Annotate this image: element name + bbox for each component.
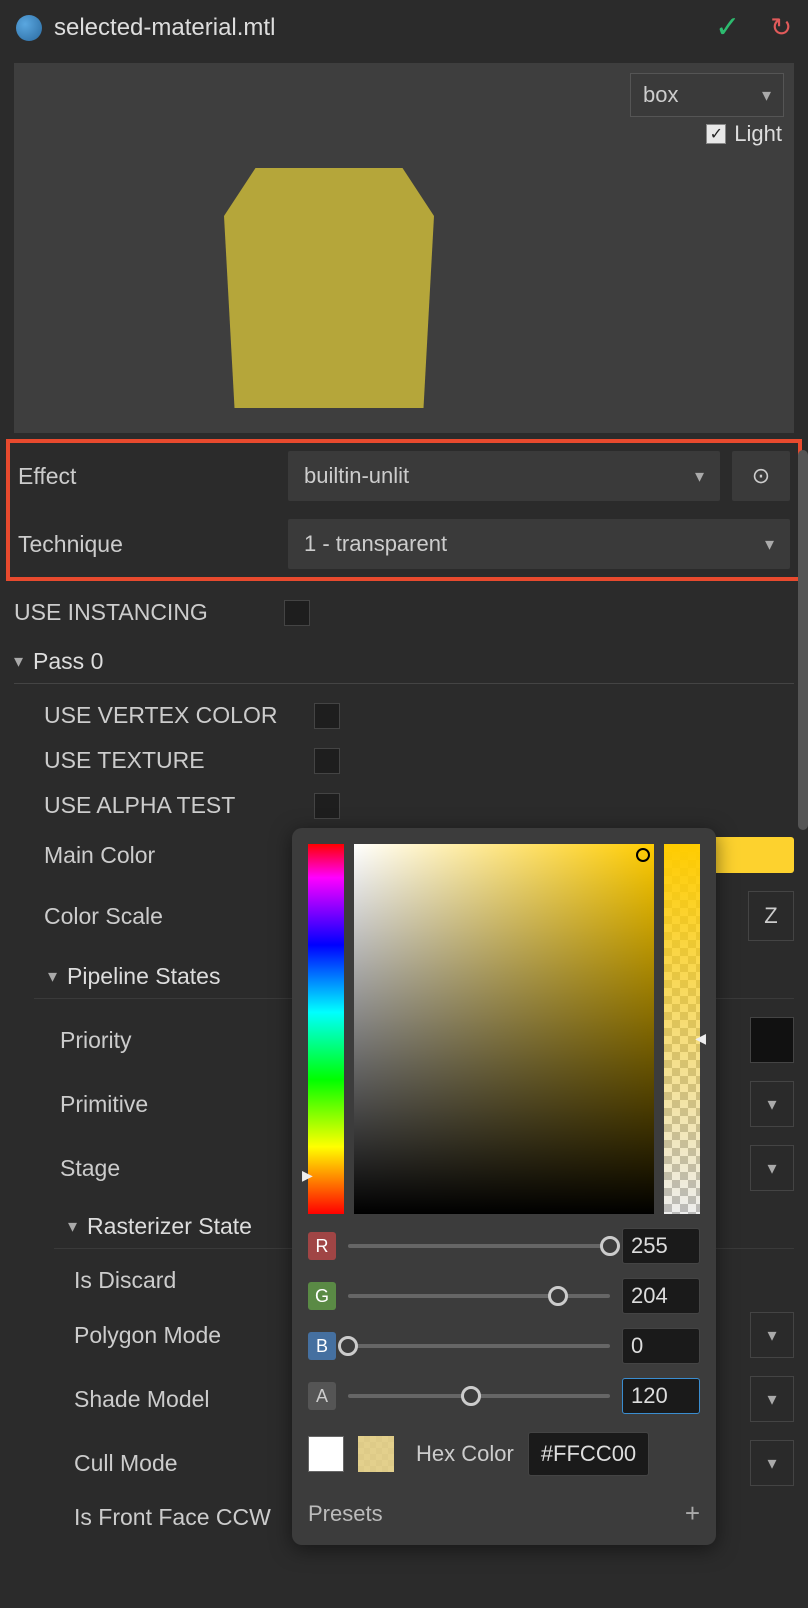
slider-thumb-icon: [548, 1286, 568, 1306]
chevron-down-icon: ▾: [767, 1158, 776, 1179]
slider-thumb-icon: [600, 1236, 620, 1256]
highlighted-region: Effect builtin-unlit ▾ ⊙ Technique 1 - t…: [6, 439, 802, 581]
b-value-input[interactable]: 0: [622, 1328, 700, 1364]
priority-label: Priority: [60, 1027, 330, 1054]
slider-thumb-icon: [338, 1336, 358, 1356]
chevron-down-icon: ▾: [767, 1389, 776, 1410]
use-texture-label: USE TEXTURE: [44, 747, 314, 774]
pass0-label: Pass 0: [33, 648, 103, 675]
chevron-down-icon: ▾: [767, 1094, 776, 1115]
effect-dropdown[interactable]: builtin-unlit ▾: [288, 451, 720, 501]
primitive-dropdown[interactable]: ▾: [750, 1081, 794, 1127]
sv-cursor-icon: [636, 848, 650, 862]
chevron-down-icon: ▾: [695, 466, 704, 487]
chevron-down-icon: ▾: [48, 966, 57, 987]
preview-shape-value: box: [643, 82, 678, 108]
technique-dropdown[interactable]: 1 - transparent ▾: [288, 519, 790, 569]
shade-model-dropdown[interactable]: ▾: [750, 1376, 794, 1422]
use-texture-checkbox[interactable]: [314, 748, 340, 774]
chevron-down-icon: ▾: [14, 651, 23, 672]
g-channel-label: G: [308, 1282, 336, 1310]
a-channel-label: A: [308, 1382, 336, 1410]
chevron-down-icon: ▾: [762, 85, 771, 106]
pipeline-states-label: Pipeline States: [67, 963, 220, 990]
stage-label: Stage: [60, 1155, 330, 1182]
color-scale-z-field[interactable]: Z: [748, 891, 794, 941]
technique-value: 1 - transparent: [304, 531, 447, 557]
apply-check-icon[interactable]: ✓: [715, 10, 740, 45]
polygon-mode-dropdown[interactable]: ▾: [750, 1312, 794, 1358]
slider-thumb-icon: [461, 1386, 481, 1406]
hue-pointer-icon: ▶: [302, 1167, 313, 1184]
stage-dropdown[interactable]: ▾: [750, 1145, 794, 1191]
current-color-swatch[interactable]: [358, 1436, 394, 1472]
technique-label: Technique: [18, 531, 288, 558]
color-picker-popup: ▶ ◀ R 255 G 204 B 0 A 120 Hex Color #FFC…: [292, 828, 716, 1545]
locate-effect-button[interactable]: ⊙: [732, 451, 790, 501]
presets-label: Presets: [308, 1501, 383, 1527]
alpha-pointer-icon: ◀: [695, 1030, 706, 1047]
preview-shape-dropdown[interactable]: box ▾: [630, 73, 784, 117]
chevron-down-icon: ▾: [765, 534, 774, 555]
target-icon: ⊙: [752, 463, 770, 489]
b-slider[interactable]: [348, 1344, 610, 1348]
add-preset-icon[interactable]: +: [685, 1498, 700, 1529]
a-slider[interactable]: [348, 1394, 610, 1398]
chevron-down-icon: ▾: [68, 1216, 77, 1237]
chevron-down-icon: ▾: [767, 1453, 776, 1474]
saturation-value-picker[interactable]: [354, 844, 654, 1214]
effect-label: Effect: [18, 463, 288, 490]
effect-value: builtin-unlit: [304, 463, 409, 489]
main-color-label: Main Color: [44, 842, 314, 869]
white-swatch[interactable]: [308, 1436, 344, 1472]
light-toggle[interactable]: ✓ Light: [706, 121, 782, 147]
light-label: Light: [734, 121, 782, 147]
file-name: selected-material.mtl: [54, 14, 715, 42]
use-instancing-label: USE INSTANCING: [14, 599, 284, 626]
priority-field[interactable]: [750, 1017, 794, 1063]
alpha-slider[interactable]: ◀: [664, 844, 700, 1214]
refresh-icon[interactable]: ↻: [770, 12, 792, 43]
r-value-input[interactable]: 255: [622, 1228, 700, 1264]
r-channel-label: R: [308, 1232, 336, 1260]
hex-color-label: Hex Color: [416, 1441, 514, 1467]
primitive-label: Primitive: [60, 1091, 330, 1118]
a-value-input[interactable]: 120: [622, 1378, 700, 1414]
hex-color-input[interactable]: #FFCC00: [528, 1432, 649, 1476]
cull-mode-dropdown[interactable]: ▾: [750, 1440, 794, 1486]
color-scale-label: Color Scale: [44, 903, 314, 930]
chevron-down-icon: ▾: [767, 1325, 776, 1346]
use-vertex-color-checkbox[interactable]: [314, 703, 340, 729]
material-preview: box ▾ ✓ Light: [14, 63, 794, 433]
app-icon: [16, 15, 42, 41]
use-vertex-color-label: USE VERTEX COLOR: [44, 702, 314, 729]
g-slider[interactable]: [348, 1294, 610, 1298]
b-channel-label: B: [308, 1332, 336, 1360]
hue-slider[interactable]: ▶: [308, 844, 344, 1214]
use-instancing-checkbox[interactable]: [284, 600, 310, 626]
rasterizer-state-label: Rasterizer State: [87, 1213, 252, 1240]
use-alpha-test-checkbox[interactable]: [314, 793, 340, 819]
vertical-scrollbar[interactable]: [798, 450, 808, 830]
pass0-header[interactable]: ▾ Pass 0: [14, 640, 794, 684]
preview-shape-box: [224, 168, 434, 408]
use-alpha-test-label: USE ALPHA TEST: [44, 792, 314, 819]
checkbox-checked-icon: ✓: [706, 124, 726, 144]
titlebar: selected-material.mtl ✓ ↻: [0, 0, 808, 55]
r-slider[interactable]: [348, 1244, 610, 1248]
g-value-input[interactable]: 204: [622, 1278, 700, 1314]
